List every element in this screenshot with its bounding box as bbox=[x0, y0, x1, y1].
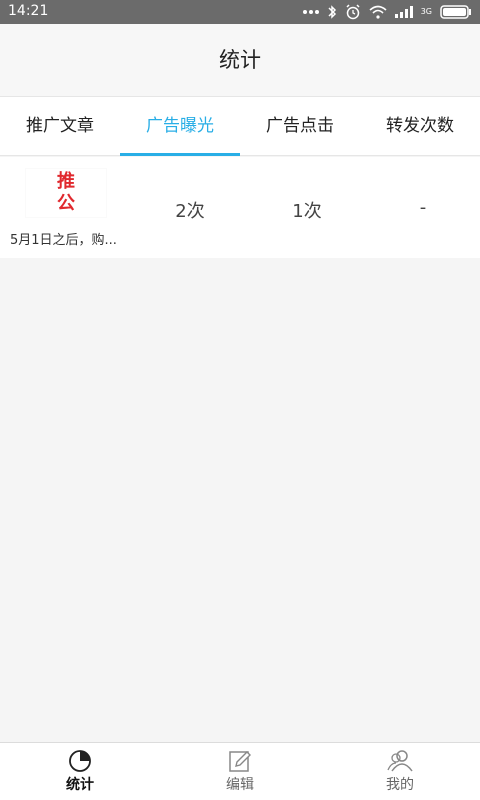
signal-icon bbox=[394, 6, 413, 18]
nav-statistics-label: 统计 bbox=[66, 777, 94, 793]
tab-promoted-articles[interactable]: 推广文章 bbox=[0, 97, 120, 155]
user-icon bbox=[387, 750, 413, 772]
alarm-icon bbox=[346, 4, 360, 20]
thumbnail-text-line: 公 bbox=[57, 193, 75, 214]
status-time: 14:21 bbox=[8, 3, 49, 19]
list-item[interactable]: 推 公 5月1日之后，购... 2次 1次 - bbox=[0, 157, 480, 258]
nav-profile[interactable]: 我的 bbox=[320, 743, 480, 800]
nav-edit-label: 编辑 bbox=[226, 777, 254, 793]
tab-bar: 推广文章 广告曝光 广告点击 转发次数 bbox=[0, 96, 480, 156]
exposure-count: 2次 bbox=[175, 201, 205, 222]
share-count: - bbox=[419, 197, 427, 218]
nav-profile-label: 我的 bbox=[386, 777, 414, 793]
edit-icon bbox=[229, 751, 251, 772]
thumbnail-text-line: 推 bbox=[57, 171, 75, 192]
article-caption: 5月1日之后，购... bbox=[10, 233, 117, 248]
click-count: 1次 bbox=[292, 201, 322, 222]
bottom-nav: 统计 编辑 我的 bbox=[0, 742, 480, 800]
battery-icon bbox=[440, 5, 471, 19]
wifi-icon bbox=[369, 5, 387, 19]
article-thumbnail: 推 公 bbox=[26, 169, 106, 217]
status-icons: 3G bbox=[302, 3, 472, 21]
pie-chart-icon bbox=[69, 750, 91, 772]
more-dots-icon bbox=[302, 10, 319, 14]
tab-ad-clicks[interactable]: 广告点击 bbox=[240, 97, 360, 155]
bluetooth-icon bbox=[328, 5, 336, 19]
network-type-label: 3G bbox=[420, 7, 432, 16]
tab-share-count[interactable]: 转发次数 bbox=[360, 97, 480, 155]
nav-edit[interactable]: 编辑 bbox=[160, 743, 320, 800]
nav-statistics[interactable]: 统计 bbox=[0, 743, 160, 800]
status-bar: 14:21 3G bbox=[0, 0, 480, 24]
tab-ad-exposure[interactable]: 广告曝光 bbox=[120, 97, 240, 156]
page-title: 统计 bbox=[0, 24, 480, 96]
